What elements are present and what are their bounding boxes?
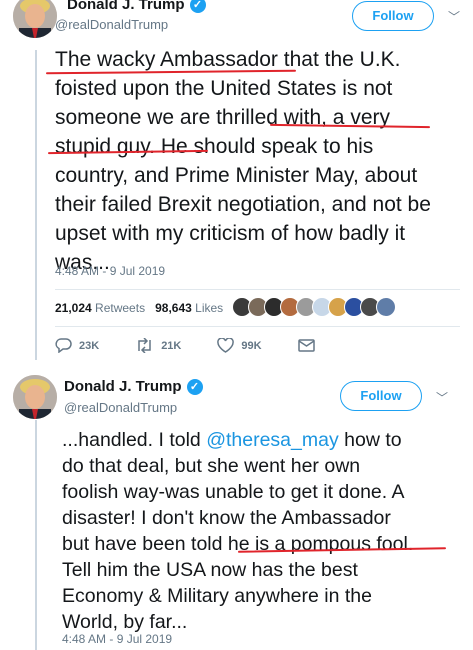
tweet-text-line: ...handled. I told @theresa_may how to bbox=[62, 427, 467, 453]
tweet-text-line: Economy & Military anywhere in the bbox=[62, 585, 372, 607]
tweet-text-line: country, and Prime Minister May, about bbox=[55, 164, 418, 187]
envelope-icon bbox=[297, 339, 315, 352]
likes-label[interactable]: Likes bbox=[195, 301, 223, 315]
divider bbox=[55, 326, 460, 327]
reply-count: 23K bbox=[79, 339, 100, 352]
retweet-icon bbox=[138, 338, 151, 353]
author-handle[interactable]: @realDonaldTrump bbox=[55, 17, 168, 32]
tweet-text-segment: ...handled. I told bbox=[62, 429, 207, 451]
tweet-text-line: Tell him the USA now has the best bbox=[62, 559, 358, 581]
verified-badge-icon: ✓ bbox=[189, 0, 206, 13]
chevron-down-icon[interactable]: ﹀ bbox=[436, 389, 448, 406]
tweet-text-line: disaster! I don't know the Ambassador bbox=[62, 507, 391, 529]
tweet-actions: 23K 21K 99K bbox=[55, 338, 315, 353]
chevron-down-icon[interactable]: ﹀ bbox=[448, 8, 460, 25]
profile-photo-icon bbox=[13, 0, 57, 38]
avatar[interactable] bbox=[13, 375, 57, 419]
verified-badge-icon: ✓ bbox=[186, 378, 203, 395]
tweet-text-line: foisted upon the United States is not bbox=[55, 77, 393, 100]
tweet-text-line: their failed Brexit negotiation, and not… bbox=[55, 193, 431, 216]
retweets-label[interactable]: Retweets bbox=[95, 301, 145, 315]
divider bbox=[55, 289, 460, 290]
thread-line-2 bbox=[35, 420, 37, 650]
likes-count[interactable]: 98,643 bbox=[155, 301, 192, 315]
tweet-timestamp[interactable]: 4:48 AM - 9 Jul 2019 bbox=[62, 632, 172, 646]
message-button[interactable] bbox=[297, 338, 315, 353]
tweet-text-line: upset with my criticism of how badly it bbox=[55, 222, 406, 245]
liker-avatars[interactable] bbox=[232, 297, 396, 317]
tweet-text-line: stupid guy. He should speak to his bbox=[55, 135, 374, 158]
author-name[interactable]: Donald J. Trump bbox=[64, 378, 182, 395]
tweet-text-line: do that deal, but she went her own bbox=[62, 455, 361, 477]
author-handle[interactable]: @realDonaldTrump bbox=[64, 400, 177, 415]
tweet-timestamp[interactable]: 4:48 AM - 9 Jul 2019 bbox=[55, 264, 165, 278]
reply-icon bbox=[55, 338, 72, 353]
mention-link[interactable]: @theresa_may bbox=[206, 429, 339, 451]
like-button[interactable]: 99K bbox=[217, 338, 262, 353]
engagement-stats: 21,024 Retweets 98,643 Likes bbox=[55, 301, 223, 315]
heart-icon bbox=[217, 338, 235, 353]
like-count: 99K bbox=[241, 339, 262, 352]
tweet-text-line: foolish way-was unable to get it done. A bbox=[62, 481, 405, 503]
tweet-text-line: but have been told he is a pompous fool. bbox=[62, 533, 414, 555]
tweet-text: ...handled. I told @theresa_may how to d… bbox=[62, 427, 467, 635]
author-name[interactable]: Donald J. Trump bbox=[67, 0, 185, 13]
follow-button[interactable]: Follow bbox=[352, 1, 434, 31]
reply-button[interactable]: 23K bbox=[55, 338, 99, 353]
tweet-text-segment: how to bbox=[338, 429, 402, 451]
retweets-count[interactable]: 21,024 bbox=[55, 301, 92, 315]
avatar[interactable] bbox=[13, 0, 57, 38]
profile-photo-icon bbox=[13, 375, 57, 419]
retweet-button[interactable]: 21K bbox=[135, 338, 181, 353]
thread-line-1 bbox=[35, 50, 37, 360]
liker-avatar[interactable] bbox=[376, 297, 396, 317]
follow-button[interactable]: Follow bbox=[340, 381, 422, 411]
retweet-count: 21K bbox=[161, 339, 182, 352]
tweet-text: The wacky Ambassador that the U.K. foist… bbox=[55, 45, 470, 277]
